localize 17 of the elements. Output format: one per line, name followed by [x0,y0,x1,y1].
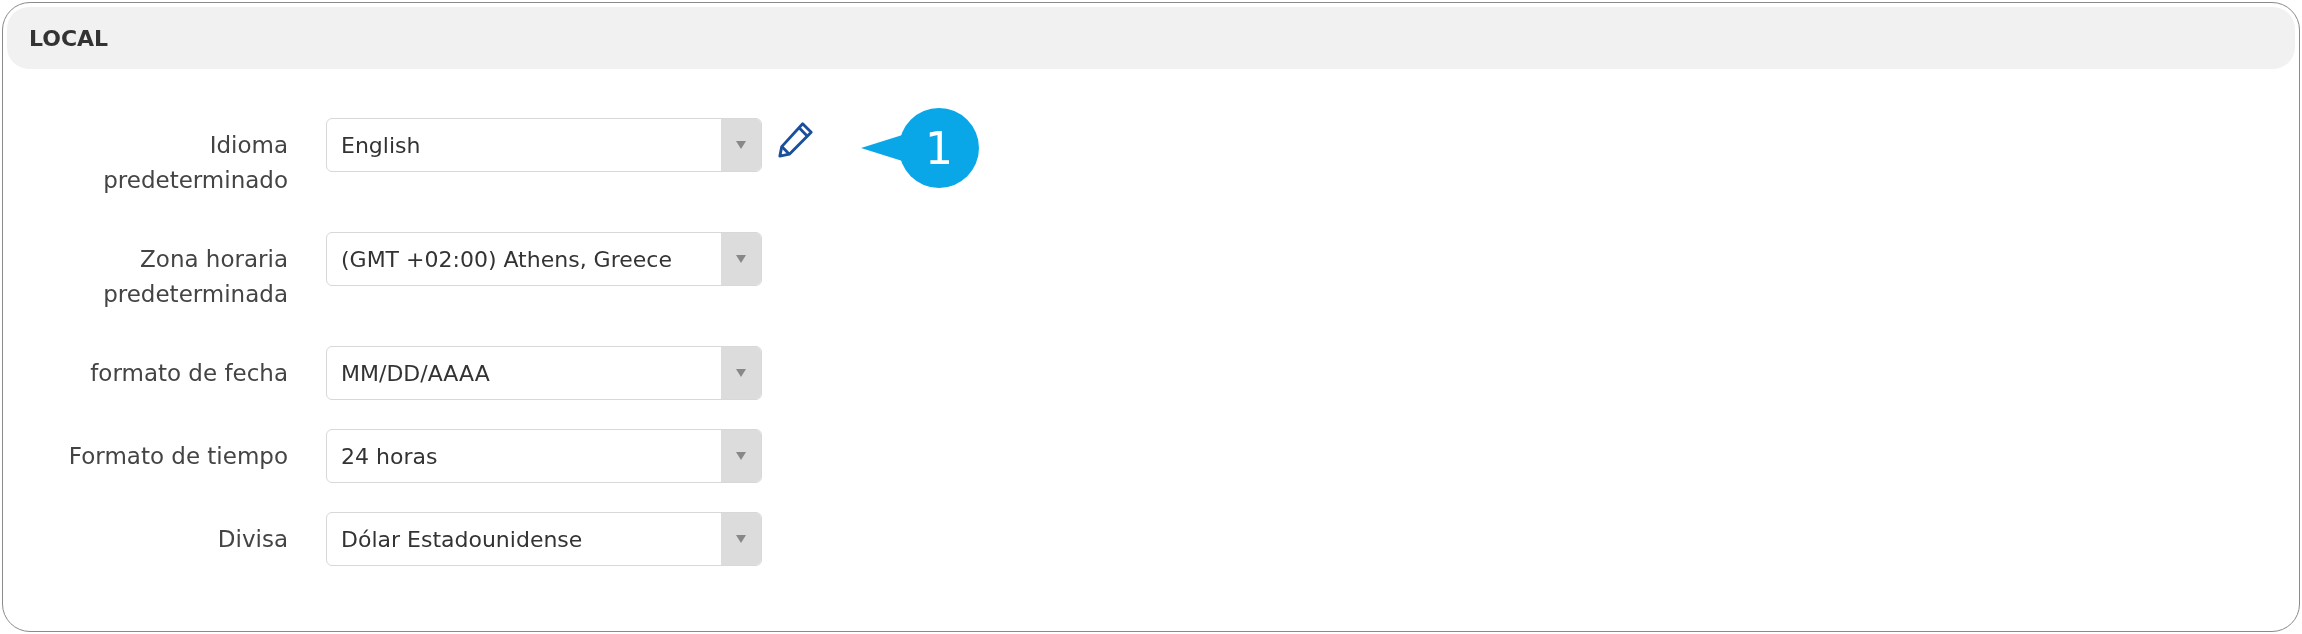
caret-icon [736,535,746,543]
dropdown-field[interactable]: 24 horas [326,429,762,483]
dropdown-field[interactable]: MM/DD/AAAA [326,346,762,400]
caret-icon [736,255,746,263]
field-label: Formato de tiempo [67,442,288,471]
field-label: Divisa [216,525,288,554]
field-label: Idioma predeterminado [102,131,288,195]
caret-icon [736,369,746,377]
field-label: formato de fecha [89,359,288,388]
panel-title: LOCAL [29,25,109,51]
dropdown-field[interactable]: English [326,118,762,172]
dropdown-field[interactable]: (GMT +02:00) Athens, Greece [326,232,762,286]
pencil-icon[interactable] [776,120,816,158]
caret-icon [736,141,746,149]
field-label: Zona horaria predeterminada [102,245,288,309]
caret-icon [736,452,746,460]
dropdown-field[interactable]: Dólar Estadounidense [326,512,762,566]
